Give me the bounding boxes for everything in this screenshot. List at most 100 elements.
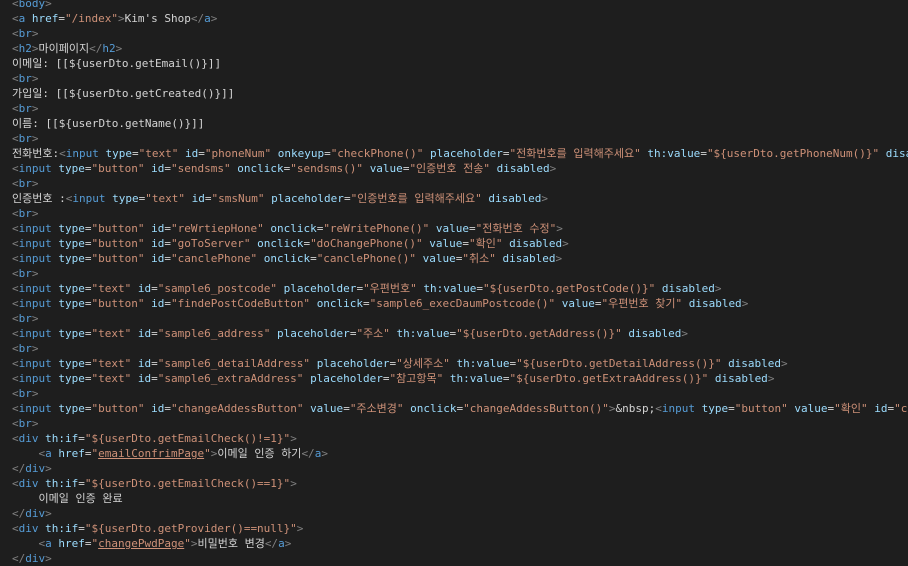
code-token: "button" bbox=[91, 162, 152, 175]
code-token: < bbox=[12, 402, 19, 415]
code-editor[interactable]: <body> <a href="/index">Kim's Shop</a> <br… bbox=[0, 0, 908, 566]
code-line[interactable]: <div th:if="${userDto.getEmailCheck()!=1… bbox=[12, 431, 908, 446]
code-line[interactable]: <input type="text" id="sample6_detailAdd… bbox=[12, 356, 908, 371]
code-line[interactable]: 인증번호 :<input type="text" id="smsNum" pla… bbox=[12, 191, 908, 206]
code-line[interactable]: <input type="button" id="changeAddessBut… bbox=[12, 401, 908, 416]
code-token: " bbox=[204, 447, 211, 460]
code-line[interactable]: <input type="button" id="goToServer" onc… bbox=[12, 236, 908, 251]
code-token: href bbox=[58, 447, 85, 460]
code-token: "${userDto.getPostCode()}" bbox=[483, 282, 662, 295]
code-token: "canclePhone" bbox=[170, 252, 264, 265]
code-line[interactable]: <br> bbox=[12, 206, 908, 221]
code-token: < bbox=[12, 417, 19, 430]
code-line[interactable]: <br> bbox=[12, 341, 908, 356]
code-line[interactable]: <a href="changePwdPage">비밀번호 변경</a> bbox=[12, 536, 908, 551]
code-token: > bbox=[556, 222, 563, 235]
code-token: br bbox=[18, 207, 32, 220]
code-line[interactable]: <a href="emailConfrimPage">이메일 인증 하기</a> bbox=[12, 446, 908, 461]
code-token: < bbox=[655, 402, 662, 415]
code-line[interactable]: <input type="button" id="sendsms" onclic… bbox=[12, 161, 908, 176]
code-token: div bbox=[18, 522, 46, 535]
code-token: > bbox=[290, 432, 297, 445]
code-line[interactable]: <input type="text" id="sample6_address" … bbox=[12, 326, 908, 341]
code-token: </ bbox=[89, 42, 103, 55]
code-line[interactable]: 이메일: [[${userDto.getEmail()}]] bbox=[12, 56, 908, 71]
code-line[interactable]: <br> bbox=[12, 176, 908, 191]
code-token: placeholder bbox=[271, 192, 344, 205]
code-token: th:value bbox=[456, 357, 510, 370]
code-token: value bbox=[561, 297, 595, 310]
code-line[interactable]: <br> bbox=[12, 101, 908, 116]
code-line[interactable]: <input type="button" id="findePostCodeBu… bbox=[12, 296, 908, 311]
code-line[interactable]: <input type="button" id="canclePhone" on… bbox=[12, 251, 908, 266]
code-line[interactable]: <body> bbox=[12, 0, 908, 11]
code-token: id bbox=[137, 327, 152, 340]
code-line[interactable]: <br> bbox=[12, 386, 908, 401]
code-token: "changeAddessButton()" bbox=[463, 402, 609, 415]
code-token: = bbox=[84, 222, 92, 235]
code-token: placeholder bbox=[276, 327, 350, 340]
code-token: = bbox=[728, 402, 735, 415]
code-token: < bbox=[12, 267, 19, 280]
code-token: type bbox=[58, 222, 85, 235]
code-token: < bbox=[12, 12, 19, 25]
code-token: = bbox=[700, 147, 707, 160]
code-line[interactable]: <a href="/index">Kim's Shop</a> bbox=[12, 11, 908, 26]
code-token: "text" bbox=[145, 192, 192, 205]
code-token: onclick bbox=[316, 297, 364, 310]
code-line[interactable]: <input type="text" id="sample6_postcode"… bbox=[12, 281, 908, 296]
code-token: input bbox=[18, 327, 59, 340]
code-line[interactable]: <br> bbox=[12, 266, 908, 281]
code-token: "text" bbox=[138, 147, 185, 160]
code-line[interactable]: </div> bbox=[12, 461, 908, 476]
code-token: "button" bbox=[91, 252, 152, 265]
code-line[interactable]: </div> bbox=[12, 506, 908, 521]
code-token: "주소" bbox=[356, 327, 397, 340]
code-line[interactable]: <br> bbox=[12, 71, 908, 86]
code-token: = bbox=[78, 432, 85, 445]
code-line[interactable]: <input type="button" id="reWrtiepHone" o… bbox=[12, 221, 908, 236]
code-line[interactable]: <div th:if="${userDto.getEmailCheck()==1… bbox=[12, 476, 908, 491]
code-token: = bbox=[84, 237, 92, 250]
code-token: value bbox=[422, 252, 456, 265]
code-token: = bbox=[84, 372, 92, 385]
code-token: = bbox=[164, 252, 171, 265]
code-line[interactable]: <br> bbox=[12, 311, 908, 326]
code-token: type bbox=[58, 237, 85, 250]
code-token: 마이페이지 bbox=[38, 42, 90, 55]
code-token: "text" bbox=[91, 357, 138, 370]
code-line[interactable]: <br> bbox=[12, 131, 908, 146]
code-line[interactable]: <div th:if="${userDto.getProvider()==nul… bbox=[12, 521, 908, 536]
code-token: "취소" bbox=[462, 252, 503, 265]
code-token: disabled bbox=[688, 297, 742, 310]
code-token: > bbox=[31, 312, 39, 325]
code-token: < bbox=[12, 432, 19, 445]
code-token: " bbox=[184, 537, 191, 550]
code-line[interactable]: </div> bbox=[12, 551, 908, 566]
code-token: id bbox=[184, 147, 199, 160]
code-line[interactable]: 이름: [[${userDto.getName()}]] bbox=[12, 116, 908, 131]
code-line[interactable]: <input type="text" id="sample6_extraAddr… bbox=[12, 371, 908, 386]
code-token: "smsNum" bbox=[211, 192, 272, 205]
code-token: id bbox=[137, 372, 152, 385]
code-line[interactable]: 가입일: [[${userDto.getCreated()}]] bbox=[12, 86, 908, 101]
code-line[interactable]: 이메일 인증 완료 bbox=[12, 491, 908, 506]
code-token: input bbox=[18, 282, 59, 295]
code-token: "button" bbox=[91, 222, 152, 235]
code-token: "참고항목" bbox=[389, 372, 450, 385]
code-line[interactable]: 전화번호:<input type="text" id="phoneNum" on… bbox=[12, 146, 908, 161]
code-token: > bbox=[31, 342, 39, 355]
code-lines: <body> <a href="/index">Kim's Shop</a> <br… bbox=[12, 0, 908, 566]
code-token: = bbox=[502, 147, 510, 160]
code-line[interactable]: <br> bbox=[12, 416, 908, 431]
code-token: th:value bbox=[647, 147, 701, 160]
code-token: = bbox=[164, 222, 171, 235]
code-token: > bbox=[115, 42, 123, 55]
code-token: "text" bbox=[91, 327, 138, 340]
code-token: input bbox=[18, 402, 59, 415]
code-line[interactable]: <br> bbox=[12, 26, 908, 41]
code-line[interactable]: <h2>마이페이지</h2> bbox=[12, 41, 908, 56]
code-token: br bbox=[18, 132, 32, 145]
code-token: type bbox=[112, 192, 139, 205]
